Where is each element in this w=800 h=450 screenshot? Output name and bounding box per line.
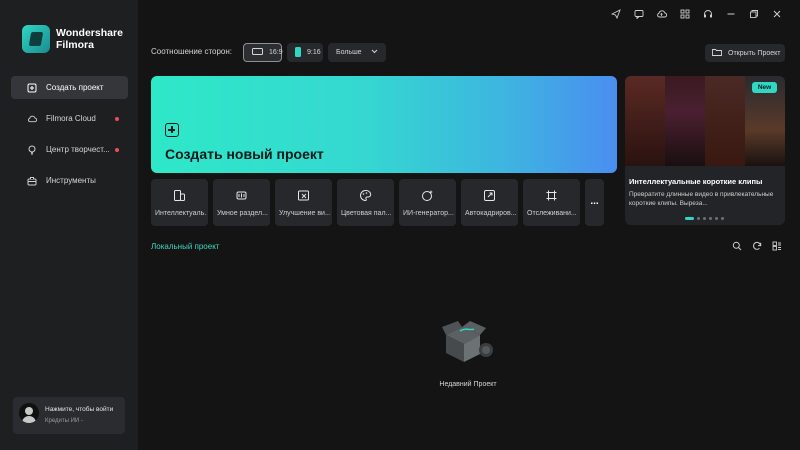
sidebar-item-label: Создать проект (46, 83, 104, 92)
tool-label: Интеллектуаль... (155, 210, 206, 217)
notification-dot (115, 117, 119, 121)
promo-description: Превратите длинные видео в привлекательн… (629, 191, 774, 207)
quick-tools-row: Интеллектуаль... Умное раздел... Улучшен… (151, 179, 604, 226)
login-card[interactable]: Нажмите, чтобы войти Кредиты ИИ - (13, 397, 125, 434)
create-new-project-card[interactable]: Создать новый проект (151, 76, 617, 173)
carousel-dot[interactable] (685, 217, 694, 220)
aspect-more-label: Больше (336, 49, 362, 56)
brand-line2: Filmora (56, 39, 94, 51)
tool-motion-tracking[interactable]: Отслеживани... (523, 179, 580, 226)
cloud-icon (27, 114, 37, 124)
carousel-dot[interactable] (703, 217, 706, 220)
tracking-icon (545, 189, 558, 202)
close-icon[interactable] (771, 8, 782, 19)
plus-square-icon (165, 123, 179, 137)
aspect-more-dropdown[interactable]: Больше (328, 43, 386, 62)
minimize-icon[interactable] (725, 8, 736, 19)
open-project-button[interactable]: Открыть Проект (705, 44, 785, 62)
tool-ai-generator[interactable]: ИИ-генератор... (399, 179, 456, 226)
tool-label: ИИ-генератор... (403, 210, 454, 217)
login-prompt: Нажмите, чтобы войти (45, 406, 114, 413)
smart-clip-icon (173, 189, 186, 202)
cloud-upload-icon[interactable] (656, 8, 667, 19)
avatar (19, 403, 39, 423)
aspect-option-label: 16:9 (269, 49, 283, 56)
sidebar-item-create-project[interactable]: Создать проект (11, 76, 128, 99)
tool-smart-split[interactable]: Умное раздел... (213, 179, 270, 226)
title-bar-icons (610, 8, 782, 19)
filmora-logo-icon (22, 25, 50, 53)
more-tools-button[interactable]: ... (585, 179, 604, 226)
promo-card[interactable]: New Интеллектуальные короткие клипы Прев… (625, 76, 785, 225)
carousel-dot[interactable] (697, 217, 700, 220)
tool-label: Улучшение ви... (279, 210, 330, 217)
carousel-dot[interactable] (721, 217, 724, 220)
enhance-icon (297, 189, 310, 202)
carousel-dot[interactable] (709, 217, 712, 220)
tool-label: Цветовая пал... (341, 210, 392, 217)
aspect-ratio-label: Соотношение сторон: (151, 47, 233, 56)
tool-label: Отслеживани... (527, 210, 577, 217)
message-icon[interactable] (633, 8, 644, 19)
open-project-label: Открыть Проект (728, 49, 781, 57)
new-badge: New (752, 82, 777, 93)
headset-icon[interactable] (702, 8, 713, 19)
ai-generator-icon (421, 189, 434, 202)
sidebar-item-label: Filmora Cloud (46, 114, 96, 123)
app-logo: Wondershare Filmora (22, 25, 123, 53)
grid-icon[interactable] (679, 8, 690, 19)
carousel-dots (685, 217, 724, 220)
sidebar-item-label: Инструменты (46, 176, 96, 185)
local-project-title: Локальный проект (151, 242, 220, 251)
landscape-icon (252, 48, 263, 57)
empty-state-label: Недавний Проект (439, 381, 497, 388)
aspect-16-9-button[interactable]: 16:9 (243, 43, 283, 62)
tool-label: Умное раздел... (217, 210, 268, 217)
sidebar-item-filmora-cloud[interactable]: Filmora Cloud (11, 107, 128, 130)
local-project-actions (732, 241, 782, 251)
sidebar-item-label: Центр творчест... (46, 145, 110, 154)
promo-title: Интеллектуальные короткие клипы (629, 177, 763, 186)
tool-auto-reframe[interactable]: Автокадриров... (461, 179, 518, 226)
new-project-icon (27, 83, 37, 93)
ai-credits: Кредиты ИИ - (45, 418, 83, 424)
palette-icon (359, 189, 372, 202)
aspect-option-label: 9:16 (307, 49, 321, 56)
send-icon[interactable] (610, 8, 621, 19)
aspect-9-16-button[interactable]: 9:16 (287, 43, 323, 62)
view-toggle-icon[interactable] (772, 241, 782, 251)
sidebar-nav: Создать проект Filmora Cloud Центр творч… (11, 76, 128, 200)
folder-icon (712, 48, 722, 58)
more-icon: ... (590, 196, 599, 207)
sidebar-item-creative-center[interactable]: Центр творчест... (11, 138, 128, 161)
portrait-icon (295, 46, 301, 59)
brand-line1: Wondershare (56, 27, 123, 39)
auto-reframe-icon (483, 189, 496, 202)
refresh-icon[interactable] (752, 241, 762, 251)
tool-label: Автокадриров... (465, 210, 516, 217)
split-icon (235, 189, 248, 202)
tool-color-palette[interactable]: Цветовая пал... (337, 179, 394, 226)
tool-video-enhance[interactable]: Улучшение ви... (275, 179, 332, 226)
sidebar: Wondershare Filmora Создать проект Filmo… (0, 0, 138, 450)
restore-icon[interactable] (748, 8, 759, 19)
search-icon[interactable] (732, 241, 742, 251)
toolbox-icon (27, 176, 37, 186)
sidebar-item-tools[interactable]: Инструменты (11, 169, 128, 192)
tool-smart-clip[interactable]: Интеллектуаль... (151, 179, 208, 226)
notification-dot (115, 148, 119, 152)
empty-box-icon (440, 319, 496, 365)
creative-center-icon (27, 145, 37, 155)
create-new-project-title: Создать новый проект (165, 146, 324, 162)
chevron-down-icon (371, 49, 378, 56)
carousel-dot[interactable] (715, 217, 718, 220)
